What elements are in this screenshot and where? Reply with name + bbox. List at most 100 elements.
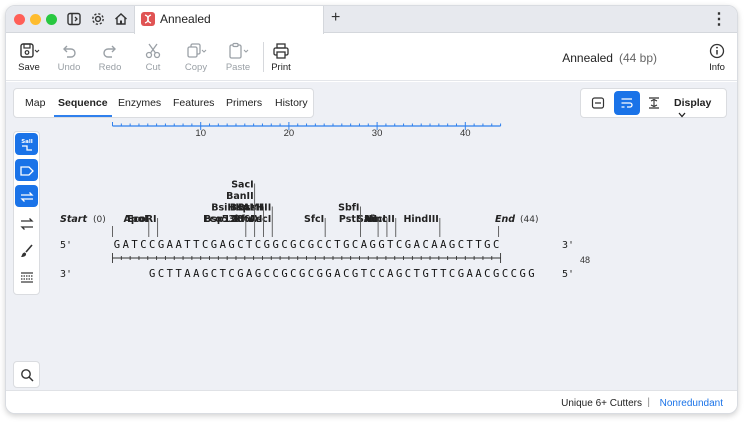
enzyme-filter-status[interactable]: Unique 6+ Cutters — [561, 398, 642, 409]
top-strand-base[interactable]: A — [440, 239, 447, 251]
top-strand-base[interactable]: A — [431, 239, 438, 251]
tab-enzymes[interactable]: Enzymes — [118, 97, 161, 109]
top-strand-base[interactable]: G — [484, 239, 490, 251]
top-strand-base[interactable]: T — [193, 239, 200, 251]
top-strand-base[interactable]: C — [396, 239, 402, 251]
bottom-strand-base[interactable]: G — [528, 268, 534, 280]
bottom-strand-base[interactable]: C — [484, 268, 490, 280]
bottom-strand-base[interactable]: G — [396, 268, 402, 280]
print-button[interactable]: Print — [261, 38, 301, 76]
sequence-map[interactable]: 10 20 30 40ApoIEcoRI Eco53kIBsp1286IBsiHKAIB… — [6, 82, 738, 390]
bottom-strand-base[interactable]: G — [493, 268, 499, 280]
display-menu[interactable]: Display — [674, 97, 726, 121]
home-icon[interactable] — [113, 11, 129, 27]
top-strand-base[interactable]: G — [158, 239, 164, 251]
tab-map[interactable]: Map — [25, 97, 45, 109]
bottom-strand-base[interactable]: C — [511, 268, 517, 280]
double-strand-tool[interactable] — [15, 185, 38, 207]
bottom-strand-base[interactable]: T — [175, 268, 182, 280]
bottom-strand-base[interactable]: C — [370, 268, 376, 280]
top-strand-base[interactable]: C — [255, 239, 261, 251]
bottom-strand-base[interactable]: G — [325, 268, 331, 280]
top-strand-base[interactable]: G — [370, 239, 376, 251]
undo-button[interactable]: Undo — [49, 38, 89, 76]
new-tab-button[interactable]: + — [331, 9, 340, 27]
top-strand-base[interactable]: C — [352, 239, 358, 251]
bottom-strand-base[interactable]: G — [281, 268, 287, 280]
top-strand-base[interactable]: T — [475, 239, 482, 251]
close-window-button[interactable] — [14, 14, 25, 25]
top-strand-base[interactable]: C — [422, 239, 428, 251]
fit-view-button[interactable] — [585, 91, 611, 115]
top-strand-base[interactable]: A — [123, 239, 130, 251]
top-strand-base[interactable]: C — [299, 239, 305, 251]
top-strand-base[interactable]: C — [325, 239, 331, 251]
enzyme-label[interactable]: SacI — [231, 180, 253, 191]
top-strand-base[interactable]: T — [131, 239, 138, 251]
tab-sequence[interactable]: Sequence — [58, 97, 108, 109]
bottom-strand-base[interactable]: C — [378, 268, 384, 280]
bottom-strand-base[interactable]: C — [211, 268, 217, 280]
bottom-strand-base[interactable]: G — [317, 268, 323, 280]
enzyme-label[interactable]: AscI — [249, 214, 271, 225]
zoom-window-button[interactable] — [46, 14, 57, 25]
enzyme-label[interactable]: HindIII — [403, 214, 438, 225]
info-button[interactable]: Info — [697, 38, 737, 76]
top-strand-base[interactable]: G — [264, 239, 270, 251]
bottom-strand-base[interactable]: C — [228, 268, 234, 280]
top-strand-base[interactable]: G — [343, 239, 349, 251]
top-strand-base[interactable]: C — [458, 239, 464, 251]
bottom-strand-base[interactable]: C — [308, 268, 314, 280]
top-strand-base[interactable]: G — [290, 239, 296, 251]
top-strand-base[interactable]: T — [246, 239, 253, 251]
redo-button[interactable]: Redo — [90, 38, 130, 76]
bottom-strand-base[interactable]: C — [273, 268, 279, 280]
bottom-strand-base[interactable]: T — [414, 268, 421, 280]
bottom-strand-base[interactable]: G — [422, 268, 428, 280]
bottom-strand-base[interactable]: T — [431, 268, 438, 280]
bottom-strand-base[interactable]: A — [387, 268, 394, 280]
feature-tool[interactable] — [15, 159, 38, 181]
bottom-strand-base[interactable]: T — [361, 268, 368, 280]
tab-primers[interactable]: Primers — [226, 97, 262, 109]
save-button[interactable]: Save — [9, 38, 49, 76]
bottom-strand-base[interactable]: C — [264, 268, 270, 280]
top-strand-base[interactable]: C — [237, 239, 243, 251]
bottom-strand-base[interactable]: C — [502, 268, 508, 280]
bottom-strand-base[interactable]: G — [299, 268, 305, 280]
top-strand-base[interactable]: G — [405, 239, 411, 251]
bottom-strand-base[interactable]: G — [458, 268, 464, 280]
enzyme-label[interactable]: BanII — [226, 191, 253, 202]
top-strand-base[interactable]: C — [317, 239, 323, 251]
bottom-strand-base[interactable]: A — [184, 268, 191, 280]
paint-tool[interactable] — [15, 239, 38, 261]
sidebar-toggle-icon[interactable] — [66, 11, 82, 27]
top-strand-base[interactable]: C — [281, 239, 287, 251]
bottom-strand-base[interactable]: C — [405, 268, 411, 280]
copy-button[interactable]: Copy — [176, 38, 216, 76]
top-strand-base[interactable]: G — [308, 239, 314, 251]
enzyme-label[interactable]: HincII — [364, 214, 395, 225]
top-strand-base[interactable]: A — [220, 239, 227, 251]
top-strand-base[interactable]: T — [334, 239, 341, 251]
bottom-strand-base[interactable]: G — [202, 268, 208, 280]
top-strand-base[interactable]: A — [361, 239, 368, 251]
bottom-strand-base[interactable]: C — [449, 268, 455, 280]
bottom-strand-base[interactable]: G — [149, 268, 155, 280]
top-strand-base[interactable]: G — [114, 239, 120, 251]
bottom-strand-base[interactable]: G — [237, 268, 243, 280]
enzyme-site-tool[interactable]: SalI — [15, 133, 38, 155]
document-tab[interactable]: Annealed — [134, 6, 324, 34]
top-strand-base[interactable]: G — [449, 239, 455, 251]
settings-gear-icon[interactable] — [90, 11, 106, 27]
bottom-strand-base[interactable]: A — [193, 268, 200, 280]
top-strand-base[interactable]: C — [149, 239, 155, 251]
top-strand-base[interactable]: A — [167, 239, 174, 251]
bottom-strand-base[interactable]: C — [158, 268, 164, 280]
minimize-window-button[interactable] — [30, 14, 41, 25]
top-strand-base[interactable]: T — [184, 239, 191, 251]
paste-button[interactable]: Paste — [218, 38, 258, 76]
top-strand-base[interactable]: G — [378, 239, 384, 251]
text-view-tool[interactable] — [15, 266, 38, 288]
bottom-strand-base[interactable]: G — [352, 268, 358, 280]
